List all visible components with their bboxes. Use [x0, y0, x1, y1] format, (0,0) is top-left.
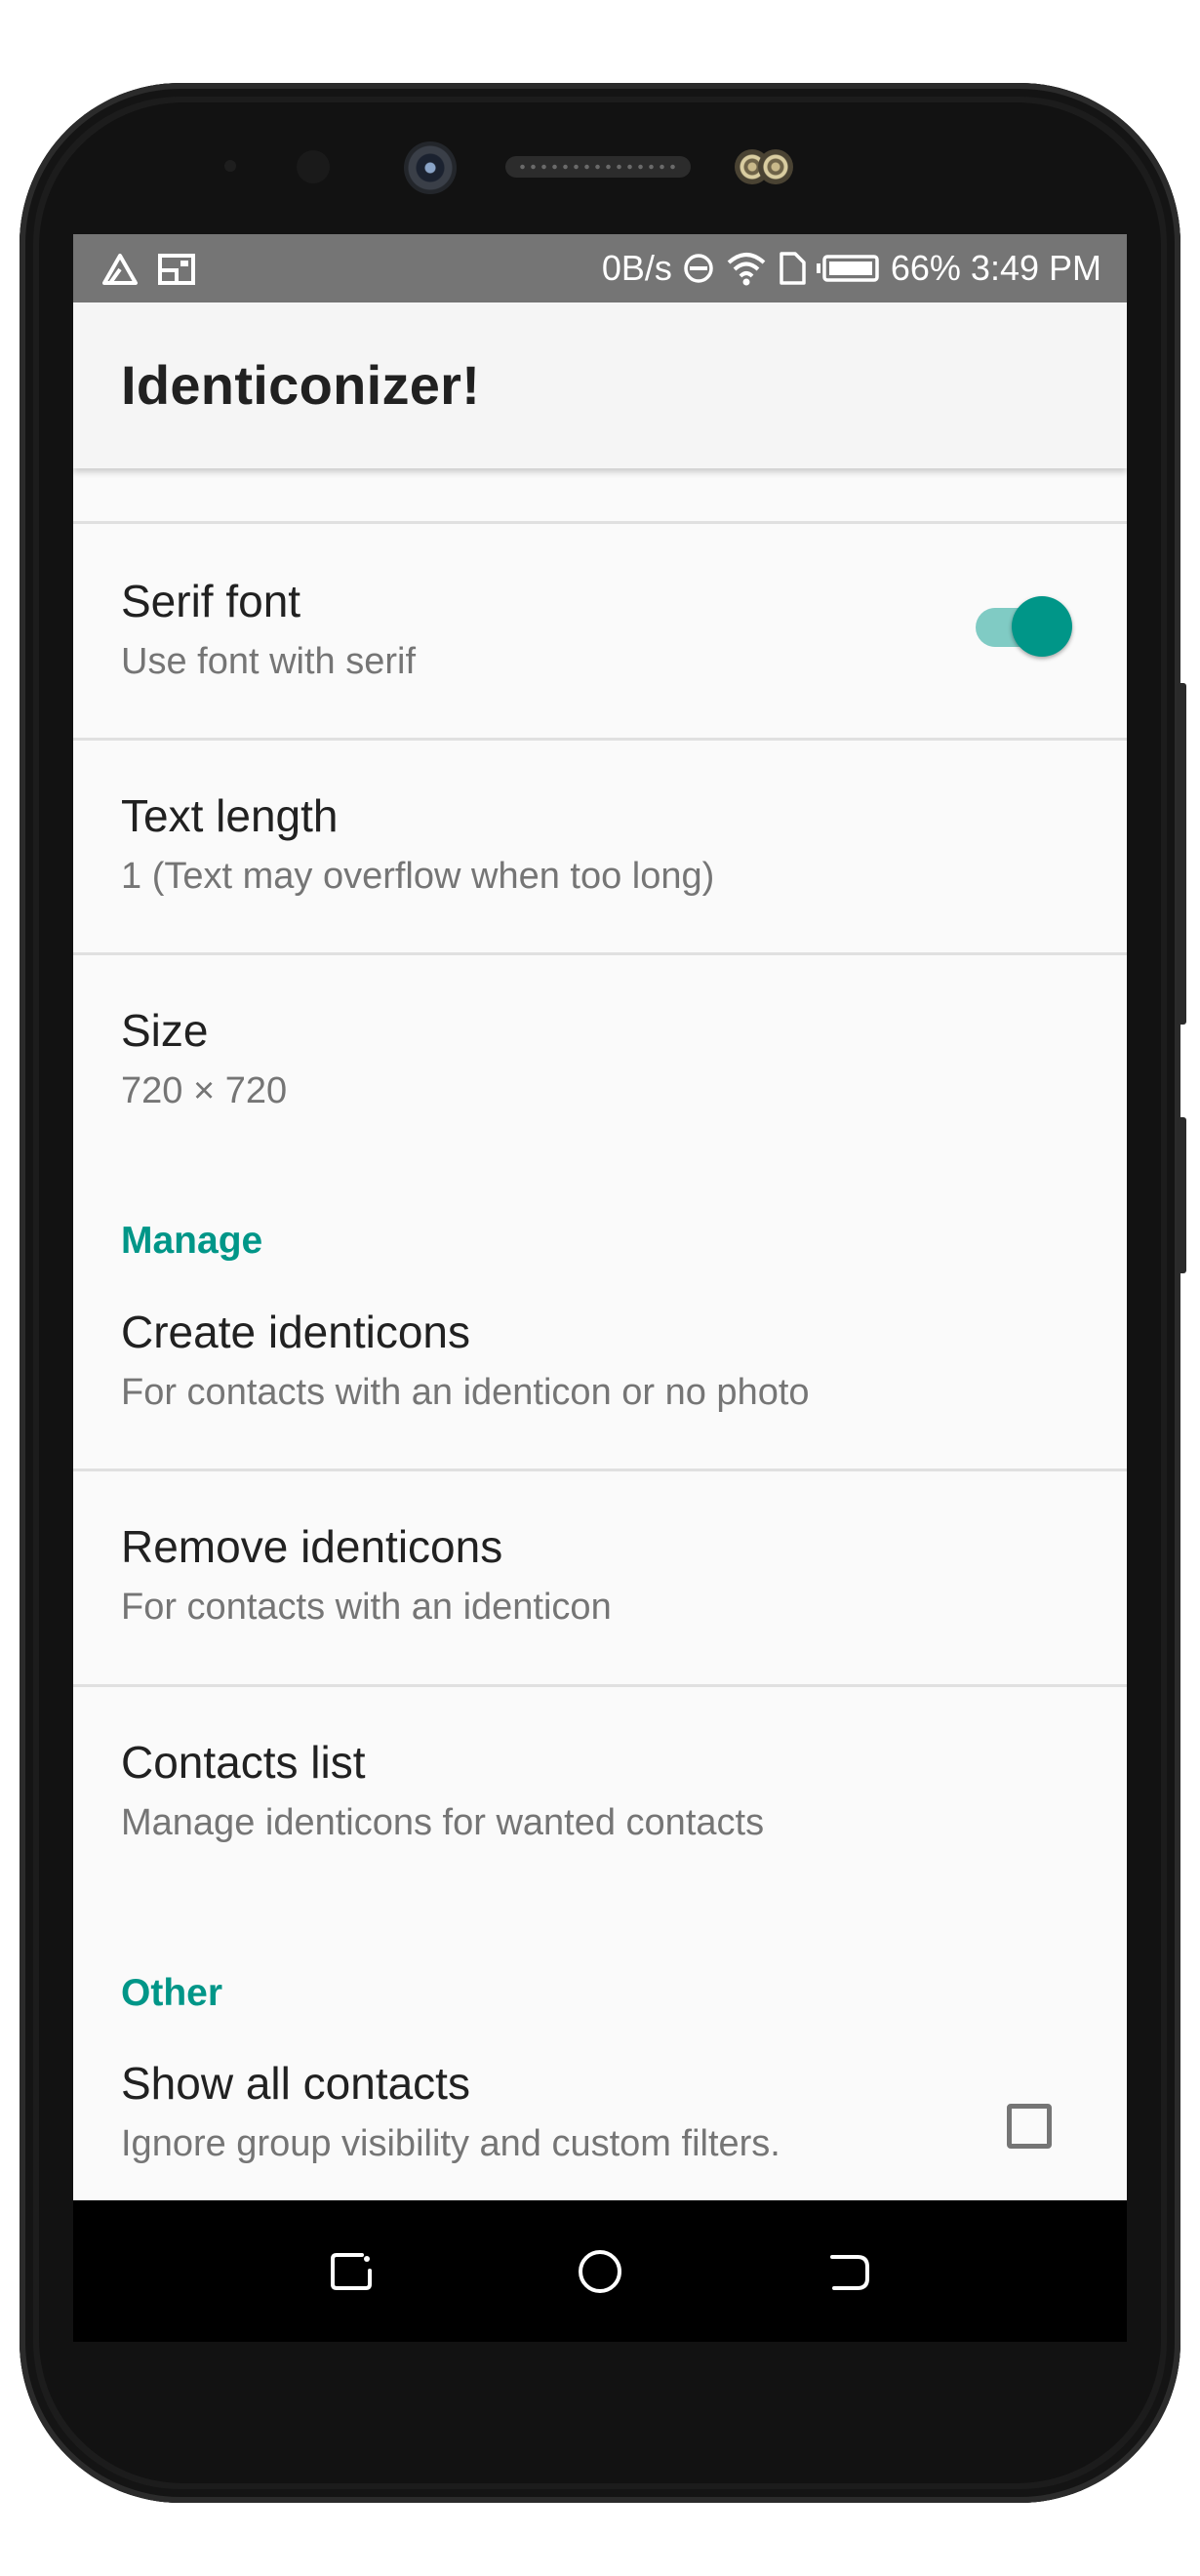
pref-title: Serif font	[121, 576, 301, 626]
volume-button	[1177, 683, 1186, 1025]
status-bar: 0B/s 66% 3:49 PM	[73, 234, 1127, 302]
category-manage: Manage	[121, 1220, 263, 1262]
front-flash-2	[758, 149, 793, 184]
earpiece-speaker	[505, 156, 691, 178]
light-sensor	[297, 150, 330, 183]
battery-percent: 66%	[890, 248, 961, 288]
back-icon[interactable]	[815, 2237, 883, 2306]
navigation-bar	[73, 2200, 1127, 2342]
home-icon[interactable]	[566, 2237, 634, 2306]
pref-text-length[interactable]: Text length 1 (Text may overflow when to…	[73, 741, 1127, 953]
pref-summary: 720 × 720	[121, 1070, 288, 1111]
pref-summary: Ignore group visibility and custom filte…	[121, 2123, 780, 2164]
warning-triangle-icon	[100, 252, 140, 287]
pref-summary: For contacts with an identicon or no pho…	[121, 1372, 810, 1413]
pref-summary: Manage identicons for wanted contacts	[121, 1802, 765, 1843]
category-other: Other	[121, 1972, 223, 2014]
pref-summary: For contacts with an identicon	[121, 1587, 612, 1628]
pref-size[interactable]: Size 720 × 720	[73, 955, 1127, 1131]
proximity-sensor	[224, 160, 236, 172]
pref-title: Contacts list	[121, 1737, 366, 1788]
app-bar: Identiconizer!	[73, 302, 1127, 468]
serif-font-switch-thumb[interactable]	[1012, 596, 1072, 657]
show-all-contacts-checkbox[interactable]	[1007, 2104, 1052, 2149]
wifi-icon	[725, 251, 768, 286]
app-title: Identiconizer!	[121, 354, 481, 416]
cast-screen-icon	[157, 253, 196, 286]
pref-remove-identicons[interactable]: Remove identicons For contacts with an i…	[73, 1471, 1127, 1684]
pref-summary: 1 (Text may overflow when too long)	[121, 856, 715, 897]
pref-title: Remove identicons	[121, 1521, 503, 1572]
screen: 0B/s 66% 3:49 PM Identiconizer! Serif fo…	[73, 234, 1127, 2342]
pref-summary: Use font with serif	[121, 641, 416, 682]
pref-serif-font[interactable]: Serif font Use font with serif	[73, 524, 1127, 739]
pref-title: Size	[121, 1005, 209, 1056]
pref-contacts-list[interactable]: Contacts list Manage identicons for want…	[73, 1687, 1127, 1863]
battery-icon	[816, 254, 881, 283]
pref-title: Show all contacts	[121, 2058, 470, 2109]
pref-title: Text length	[121, 790, 339, 841]
sim-card-icon	[778, 251, 807, 286]
pref-create-identicons[interactable]: Create identicons For contacts with an i…	[73, 1278, 1127, 1469]
clock: 3:49 PM	[970, 248, 1101, 288]
front-camera	[404, 141, 457, 194]
preferences-list[interactable]: Serif font Use font with serif Text leng…	[73, 468, 1127, 2342]
do-not-disturb-icon	[682, 252, 715, 285]
network-speed: 0B/s	[601, 248, 672, 288]
pref-title: Create identicons	[121, 1307, 470, 1357]
pref-show-all-contacts[interactable]: Show all contacts Ignore group visibilit…	[73, 2030, 1127, 2205]
recent-apps-icon[interactable]	[317, 2237, 385, 2306]
power-button	[1177, 1117, 1186, 1273]
